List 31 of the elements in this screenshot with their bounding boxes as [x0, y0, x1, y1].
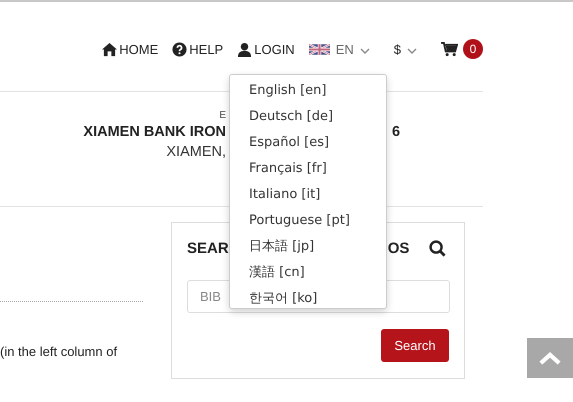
chevron-icon — [360, 48, 370, 54]
help-link[interactable]: HELP — [172, 42, 224, 56]
cart-icon[interactable] — [441, 42, 458, 56]
event-title: XIAMEN BANK IRON — [82, 123, 226, 142]
currency-selector[interactable]: $ — [394, 42, 417, 56]
search-button[interactable]: Search — [381, 329, 449, 362]
flag-icon — [308, 44, 330, 54]
language-option[interactable]: Portuguese [pt] — [230, 208, 386, 234]
home-icon — [102, 42, 118, 56]
language-option[interactable]: Français [fr] — [230, 156, 386, 182]
card-title: SEAR — [187, 240, 229, 256]
language-option[interactable]: English [en] — [230, 78, 386, 104]
search-icon[interactable] — [429, 240, 446, 256]
chevron-up-icon — [539, 352, 561, 364]
language-selector[interactable]: EN — [308, 42, 370, 56]
language-option[interactable]: 한국어 [ko] — [230, 286, 386, 312]
card-title: OS — [388, 240, 410, 256]
help-icon — [172, 42, 188, 56]
login-link[interactable]: LOGIN — [237, 42, 295, 56]
intro-text: (in the left column of — [0, 344, 118, 359]
event-label: E — [218, 110, 226, 122]
home-link[interactable]: HOME — [102, 42, 158, 56]
event-location: XIAMEN, — [165, 143, 226, 162]
user-icon — [237, 42, 252, 56]
language-option[interactable]: Italiano [it] — [230, 182, 386, 208]
language-option[interactable]: 漢語 [cn] — [230, 260, 386, 286]
language-option[interactable]: Español [es] — [230, 130, 386, 156]
chevron-icon — [407, 48, 417, 54]
language-option[interactable]: 日本語 [jp] — [230, 234, 386, 260]
language-option[interactable]: Deutsch [de] — [230, 104, 386, 130]
cart-count-badge: 0 — [463, 39, 483, 59]
